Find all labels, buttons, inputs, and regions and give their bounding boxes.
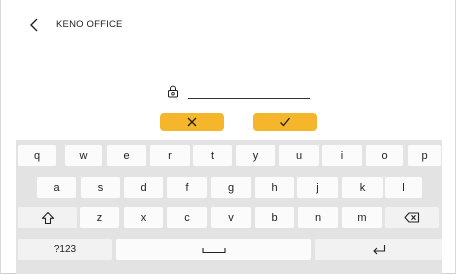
- confirm-button[interactable]: [253, 113, 317, 131]
- key-q[interactable]: q: [18, 145, 56, 166]
- shift-key[interactable]: [18, 207, 77, 228]
- cancel-button[interactable]: [160, 113, 224, 131]
- space-key[interactable]: [116, 239, 311, 260]
- chevron-left-icon: [30, 18, 38, 32]
- key-j[interactable]: j: [297, 177, 338, 198]
- enter-key[interactable]: [315, 239, 442, 260]
- key-r[interactable]: r: [150, 145, 190, 166]
- space-icon: [201, 247, 226, 253]
- key-p[interactable]: p: [408, 145, 441, 166]
- key-k[interactable]: k: [342, 177, 383, 198]
- back-button[interactable]: [23, 14, 45, 36]
- key-y[interactable]: y: [236, 145, 275, 166]
- backspace-key[interactable]: [385, 207, 439, 228]
- key-n[interactable]: n: [298, 207, 338, 228]
- app-screen: KENO OFFICE q w e r t y u i o p a s d f …: [0, 0, 456, 274]
- key-e[interactable]: e: [107, 145, 146, 166]
- key-i[interactable]: i: [322, 145, 362, 166]
- key-g[interactable]: g: [211, 177, 251, 198]
- key-m[interactable]: m: [342, 207, 382, 228]
- close-icon: [187, 117, 197, 127]
- key-b[interactable]: b: [255, 207, 294, 228]
- password-input[interactable]: [188, 82, 310, 99]
- key-l[interactable]: l: [385, 177, 422, 198]
- page-title: KENO OFFICE: [56, 19, 123, 30]
- key-w[interactable]: w: [65, 145, 102, 166]
- check-icon: [280, 117, 291, 127]
- backspace-icon: [404, 212, 420, 223]
- shift-icon: [41, 211, 54, 224]
- key-v[interactable]: v: [211, 207, 251, 228]
- key-t[interactable]: t: [193, 145, 232, 166]
- key-f[interactable]: f: [167, 177, 207, 198]
- on-screen-keyboard: q w e r t y u i o p a s d f g h j k l z …: [16, 140, 442, 274]
- key-z[interactable]: z: [80, 207, 119, 228]
- key-d[interactable]: d: [124, 177, 163, 198]
- key-o[interactable]: o: [366, 145, 403, 166]
- symbols-key[interactable]: ?123: [18, 239, 112, 260]
- key-c[interactable]: c: [167, 207, 207, 228]
- enter-icon: [372, 245, 385, 255]
- key-u[interactable]: u: [279, 145, 319, 166]
- key-s[interactable]: s: [81, 177, 120, 198]
- lock-icon: [168, 85, 178, 98]
- key-x[interactable]: x: [124, 207, 163, 228]
- key-h[interactable]: h: [255, 177, 294, 198]
- key-a[interactable]: a: [37, 177, 76, 198]
